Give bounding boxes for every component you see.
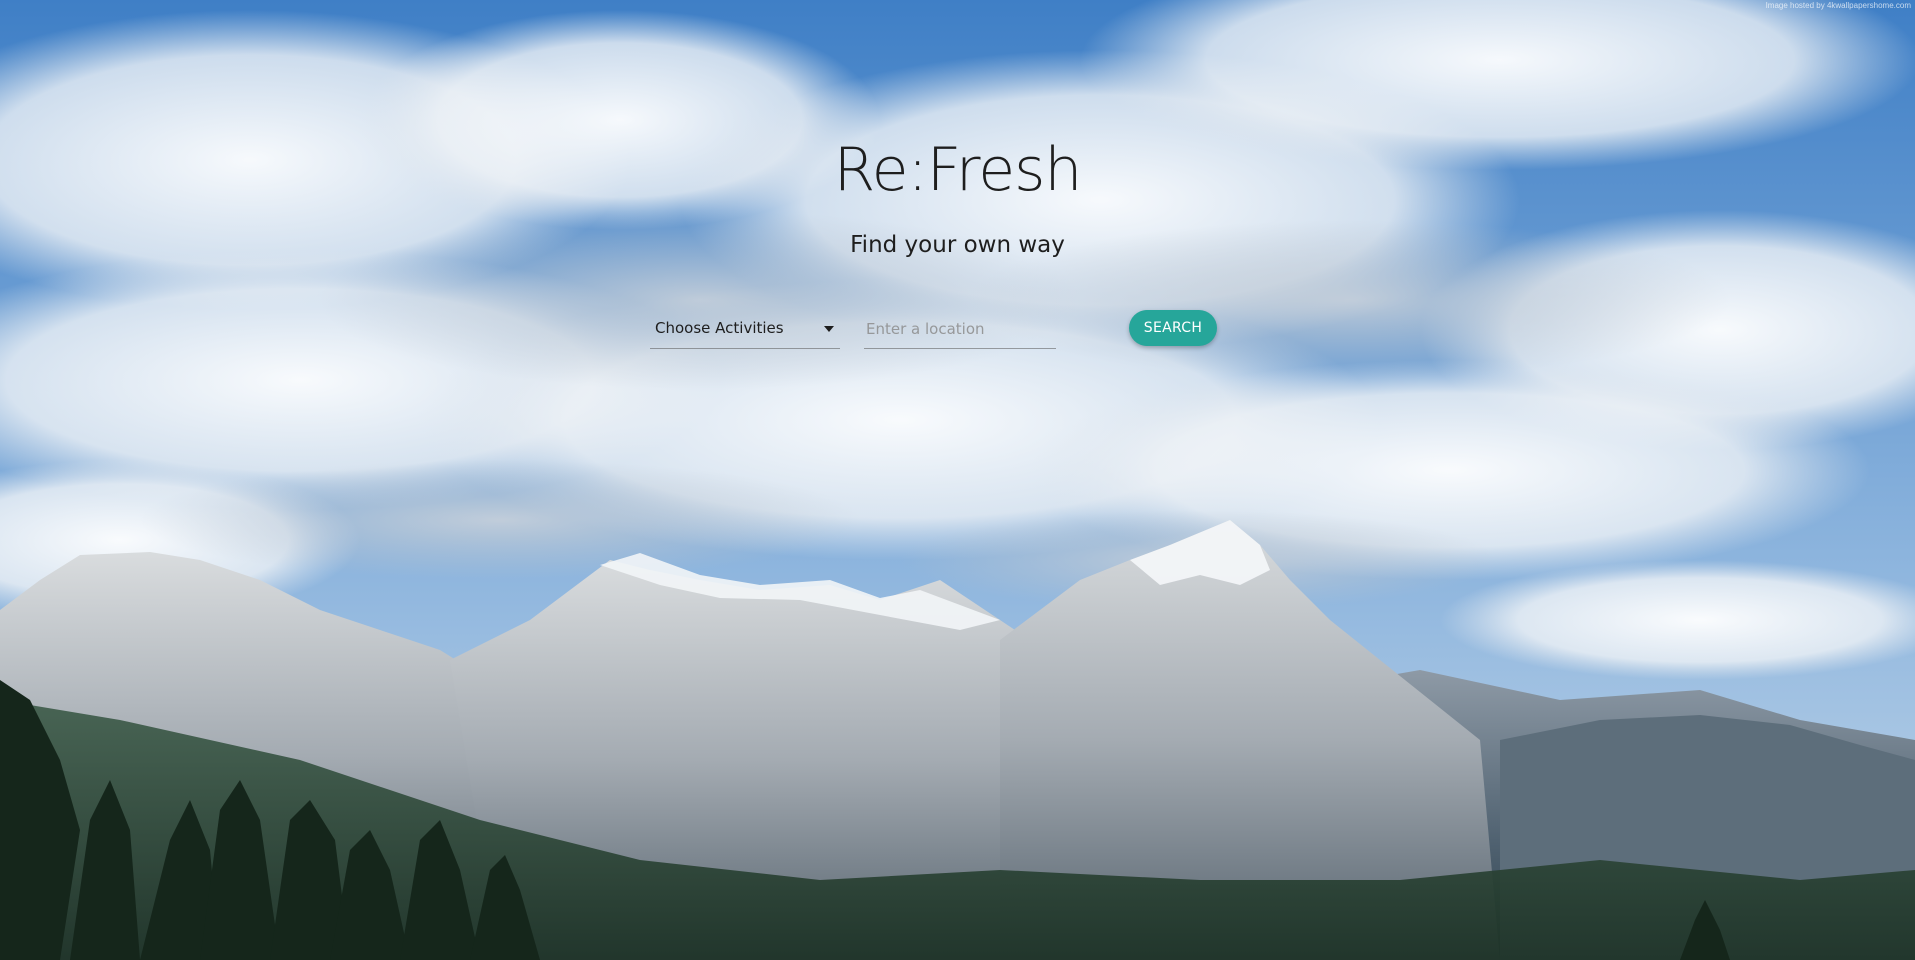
page-subtitle: Find your own way [850,232,1065,258]
landing-page: Image hosted by 4kwallpapershome.com Re:… [0,0,1915,960]
page-title: Re:Fresh [833,135,1083,205]
activities-select[interactable]: Choose Activities [650,310,840,349]
search-form: Choose Activities SEARCH [650,310,1290,360]
activities-select-label: Choose Activities [655,319,784,337]
search-button[interactable]: SEARCH [1129,310,1217,346]
arrow-drop-down-icon [824,326,834,332]
image-credit: Image hosted by 4kwallpapershome.com [1765,1,1911,10]
location-input[interactable] [864,310,1056,349]
